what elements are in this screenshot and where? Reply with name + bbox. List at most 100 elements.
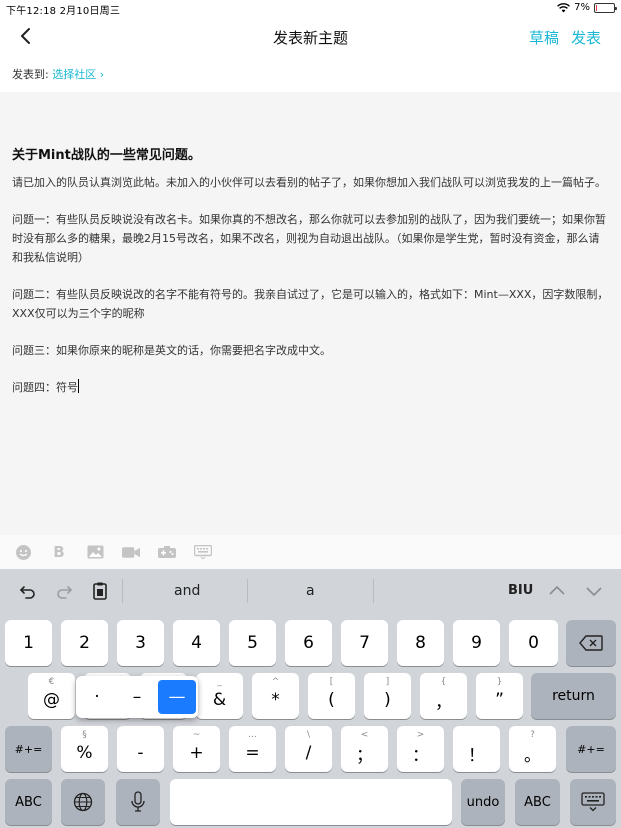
post-target-row: 发表到: 选择社区 ›	[12, 66, 104, 82]
key-label: &	[212, 690, 227, 710]
key-3[interactable]: 3	[117, 620, 164, 666]
key-8[interactable]: 8	[397, 620, 444, 666]
dash-variants-popup: · – —	[76, 676, 198, 718]
key-asterisk[interactable]: ^ *	[252, 673, 299, 719]
key-alt-label: _	[217, 677, 222, 687]
video-icon[interactable]	[122, 543, 140, 561]
key-plus[interactable]: ~ +	[173, 726, 220, 772]
key-2[interactable]: 2	[61, 620, 108, 666]
key-5[interactable]: 5	[229, 620, 276, 666]
key-minus[interactable]: -	[117, 726, 164, 772]
key-percent[interactable]: §%	[61, 726, 108, 772]
key-ampersand[interactable]: _ &	[196, 673, 243, 719]
emoji-icon[interactable]	[14, 543, 32, 561]
battery-icon	[594, 2, 617, 13]
key-alt-label: \	[306, 730, 311, 740]
key-alt-label: …	[248, 730, 257, 740]
post-button[interactable]: 发表	[571, 27, 601, 48]
key-alt-label: [	[329, 677, 334, 687]
key-alt-label: {	[440, 677, 447, 687]
chevron-down-icon[interactable]	[584, 581, 604, 601]
key-1[interactable]: 1	[5, 620, 52, 666]
post-paragraph: 问题一：有些队员反映说没有改名卡。如果你真的不想改名，那么你就可以去参加别的战队…	[12, 213, 606, 264]
key-alt-label: <	[360, 730, 369, 740]
key-label: ；	[356, 745, 373, 766]
battery-level	[596, 4, 597, 11]
dictation-key[interactable]	[116, 779, 160, 825]
undo-arrow-icon[interactable]	[18, 581, 38, 601]
key-exclamation[interactable]: ！	[453, 726, 500, 772]
key-semicolon[interactable]: <；	[341, 726, 388, 772]
image-icon[interactable]	[86, 543, 104, 561]
abc-key-left[interactable]: ABC	[5, 779, 52, 825]
text-format-button[interactable]: BIU	[508, 583, 533, 598]
status-time-date: 下午12:18 2月10日周三	[6, 6, 121, 17]
key-label: @	[43, 690, 60, 710]
key-alt-label: ~	[192, 730, 201, 740]
key-alt-label: §	[82, 730, 87, 740]
suggestion-item[interactable]: a	[306, 583, 315, 599]
backspace-icon	[579, 635, 603, 651]
choose-community-link[interactable]: 选择社区 ›	[52, 68, 104, 81]
redo-arrow-icon[interactable]	[54, 581, 74, 601]
game-icon[interactable]	[158, 543, 176, 561]
status-bar: 下午12:18 2月10日周三 7%	[0, 0, 621, 17]
undo-key[interactable]: undo	[461, 779, 505, 825]
suggestion-divider	[122, 579, 123, 603]
key-equals[interactable]: … =	[229, 726, 276, 772]
suggestion-divider	[247, 579, 248, 603]
space-key[interactable]	[170, 779, 452, 825]
keyboard-dismiss-icon	[581, 792, 605, 812]
key-comma[interactable]: {，	[420, 673, 467, 719]
post-paragraph-current: 问题四：符号	[12, 378, 609, 397]
chevron-up-icon[interactable]	[547, 581, 567, 601]
post-title-text: 关于Mint战队的一些常见问题。	[12, 148, 201, 163]
text-caret	[78, 379, 79, 393]
post-editor[interactable]: 关于Mint战队的一些常见问题。 请已加入的队员认真浏览此帖。未加入的小伙伴可以…	[0, 92, 621, 535]
abc-key-right[interactable]: ABC	[515, 779, 560, 825]
key-6[interactable]: 6	[285, 620, 332, 666]
key-slash[interactable]: \ /	[285, 726, 332, 772]
post-paragraph: 问题二：有些队员反映说改的名字不能有符号的。我亲自试过了，它是可以输入的，格式如…	[12, 288, 609, 320]
key-7[interactable]: 7	[341, 620, 388, 666]
symbols-key-right[interactable]: #+=	[566, 726, 616, 772]
key-9[interactable]: 9	[453, 620, 500, 666]
clipboard-icon[interactable]	[90, 581, 110, 601]
key-4[interactable]: 4	[173, 620, 220, 666]
symbols-key[interactable]: #+=	[5, 726, 52, 772]
nav-bar: 发表新主题 草稿 发表	[0, 16, 621, 58]
key-label: =	[245, 743, 260, 763]
post-paragraph-text: 问题四：符号	[12, 381, 78, 394]
return-key[interactable]: return	[531, 673, 616, 719]
post-paragraph: 问题三：如果你原来的昵称是英文的话，你需要把名字改成中文。	[12, 344, 331, 357]
popup-option-em-dash[interactable]: —	[158, 680, 196, 714]
key-alt-label: ]	[385, 677, 390, 687]
popup-option-middle-dot[interactable]: ·	[78, 680, 116, 714]
battery-percent: 7%	[574, 2, 590, 13]
popup-option-en-dash[interactable]: –	[118, 680, 156, 714]
bold-icon[interactable]: B	[50, 543, 68, 561]
key-label: ：	[412, 745, 429, 766]
keyboard-icon[interactable]	[194, 543, 212, 561]
key-open-paren[interactable]: [(	[308, 673, 355, 719]
key-label: ！	[468, 745, 485, 766]
post-paragraph: 请已加入的队员认真浏览此帖。未加入的小伙伴可以去看别的帖子了，如果你想加入我们战…	[12, 176, 606, 189]
key-label: -	[137, 743, 144, 763]
key-question[interactable]: ?。	[509, 726, 556, 772]
draft-button[interactable]: 草稿	[529, 27, 559, 48]
key-0[interactable]: 0	[509, 620, 558, 666]
key-close-paren[interactable]: ])	[364, 673, 411, 719]
key-alt-label: €	[48, 677, 55, 687]
key-label: %	[76, 743, 93, 763]
key-alt-label: >	[416, 730, 425, 740]
suggestion-bar: and a BIU	[0, 569, 621, 613]
globe-key[interactable]	[61, 779, 105, 825]
hide-keyboard-key[interactable]	[570, 779, 616, 825]
suggestion-item[interactable]: and	[174, 583, 200, 599]
format-toolbar: B	[0, 535, 621, 569]
key-label: +	[189, 743, 204, 763]
key-quote[interactable]: }”	[476, 673, 523, 719]
delete-key[interactable]	[566, 620, 616, 666]
key-colon[interactable]: >：	[397, 726, 444, 772]
key-at[interactable]: € @	[28, 673, 75, 719]
